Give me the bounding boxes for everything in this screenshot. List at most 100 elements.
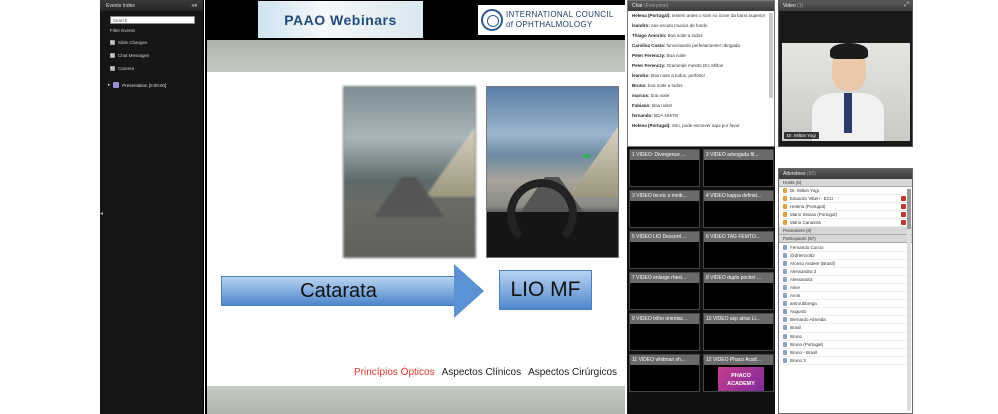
ico-line2: of OPHTHALMOLOGY	[506, 20, 593, 29]
attendee-host-row[interactable]: Mário Canastra	[779, 219, 912, 228]
filter-events-label[interactable]: Filter Events	[110, 28, 135, 33]
attendee-name: Augusto	[790, 309, 807, 315]
attendee-participant-row[interactable]: Amin	[779, 292, 912, 301]
attendee-name: Eduardo Viberi - ECU	[790, 196, 834, 202]
video-tile-label: 7 VIDEO enlarge rhexi...	[630, 273, 699, 283]
host-user-icon	[783, 220, 787, 226]
video-tile-label: 3 VIDEO tecnic e meib...	[630, 191, 699, 201]
hosts-section-header[interactable]: Hosts (5)	[779, 179, 912, 187]
video-tile-label: 11 VIDEO whitman sh...	[630, 355, 699, 365]
camera-title: Video	[783, 3, 796, 9]
video-tile[interactable]: 11 VIDEO whitman sh...	[629, 354, 700, 392]
expand-arrow-icon[interactable]: ▸	[108, 82, 110, 88]
catarata-arrow-shaft: Catarata	[221, 276, 456, 306]
filter-label: Slide Changes	[118, 40, 148, 45]
checkbox-checked-icon[interactable]: ✓	[110, 53, 115, 58]
chat-scrollbar[interactable]	[769, 13, 773, 98]
chat-message: leandro: nao escuto musica de fundo	[632, 23, 770, 29]
camera-header: Video (1)	[779, 1, 912, 11]
attendee-participant-row[interactable]: Brasil	[779, 324, 912, 333]
attendee-participant-row[interactable]: Afonso Andere (Brasil)	[779, 260, 912, 268]
tab-aspectos-cirurgicos: Aspectos Cirúrgicos	[528, 367, 617, 378]
fullscreen-icon[interactable]: ⤢	[904, 2, 909, 9]
chat-scope[interactable]: (Everyone)	[644, 3, 668, 9]
chat-header: Chat (Everyone)	[628, 1, 774, 11]
attendee-host-row[interactable]: Dr. Milton Yogi	[779, 187, 912, 196]
attendee-host-row[interactable]: Mario Seixas (Portugal)	[779, 211, 912, 220]
attendee-name: Afonso Andere (Brasil)	[790, 260, 836, 266]
attendee-host-row[interactable]: Eduardo Viberi - ECU	[779, 195, 912, 204]
video-tile[interactable]: 9 VIDEO trilho orientac...	[629, 313, 700, 351]
attendee-participant-row[interactable]: Alessandra	[779, 276, 912, 284]
panel-menu-icon[interactable]: ≡▾	[192, 3, 197, 9]
video-tile[interactable]: 8 VIDEO duplo pocket ...	[703, 272, 774, 310]
attendee-participant-row[interactable]: Bruno (Portugal)	[779, 341, 912, 349]
video-tile[interactable]: 10 VIDEO asp atras Li...	[703, 313, 774, 351]
attendee-participant-row[interactable]: Fernando Curcio	[779, 243, 912, 252]
video-tile[interactable]: 5 VIDEO LIO Descent ...	[629, 231, 700, 269]
video-tile[interactable]: 1 VIDEO: Divergence ...	[629, 149, 700, 187]
filter-camera[interactable]: ✓ Camera	[110, 66, 134, 71]
presenters-section-header[interactable]: Presenters (0)	[779, 227, 912, 236]
attendee-participant-row[interactable]: antroubbrega	[779, 300, 912, 309]
video-tile[interactable]: 6 VIDEO TAG FEMTO...	[703, 231, 774, 269]
presenter-tie	[844, 93, 852, 133]
attendees-title: Attendees	[783, 171, 806, 177]
video-tile-label: 10 VIDEO asp atras Li...	[704, 314, 773, 324]
attendee-participant-row[interactable]: Aline	[779, 284, 912, 293]
video-tile[interactable]: 4 VIDEO kappa definid...	[703, 190, 774, 228]
filter-chat-messages[interactable]: ✓ Chat Messages	[110, 53, 149, 58]
attendee-participant-row[interactable]: Bruno 3	[779, 357, 912, 365]
attendees-scroll-thumb[interactable]	[907, 189, 911, 229]
attendee-participant-row[interactable]: Augusto	[779, 308, 912, 317]
slide-section-tabs: Princípios Ópticos Aspectos Clínicos Asp…	[354, 367, 617, 378]
phaco-academy-logo: PHACO ACADEMY	[718, 367, 764, 391]
video-tile[interactable]: 2 VIDEO advogada fil...	[703, 149, 774, 187]
video-tile[interactable]: 7 VIDEO enlarge rhexi...	[629, 272, 700, 310]
chat-text: Boa noite	[666, 53, 686, 58]
attendee-participant-row[interactable]: Bernardo Almeida	[779, 316, 912, 325]
chat-message: fernando: BOA NOITE	[632, 113, 770, 119]
attendee-participant-row[interactable]: @drtercio82	[779, 252, 912, 260]
video-tile[interactable]: 3 VIDEO tecnic e meib...	[629, 190, 700, 228]
attendee-host-row[interactable]: Helena (Portugal)	[779, 203, 912, 212]
attendee-participant-row[interactable]: Bruno - Brasil	[779, 349, 912, 357]
attendee-name: Mário Canastra	[790, 220, 821, 226]
attendee-name: Bruno - Brasil	[790, 349, 818, 355]
participant-user-icon	[783, 349, 787, 355]
attendees-count: (92)	[806, 171, 816, 177]
collapse-panel-icon[interactable]: ◂	[100, 210, 103, 217]
filter-slide-changes[interactable]: ✓ Slide Changes	[110, 40, 147, 45]
attendee-participant-row[interactable]: Alessandra 3	[779, 268, 912, 276]
chat-author: Peter Ferenczy:	[632, 63, 666, 68]
chat-author: leandro:	[632, 23, 650, 28]
participant-user-icon	[783, 293, 787, 299]
chat-text: Boa noite a todos, perfeito!	[651, 73, 705, 78]
video-tile-label: 12 VIDEO Phaco Acad...	[704, 355, 773, 365]
chat-message: Peter Ferenczy: Boa noite	[632, 53, 770, 59]
video-tile-label: 4 VIDEO kappa definid...	[704, 191, 773, 201]
participant-user-icon	[783, 244, 787, 250]
tab-principios-opticos: Princípios Ópticos	[354, 367, 435, 378]
participants-section-header[interactable]: Participants (87)	[779, 235, 912, 244]
presenter-webcam	[782, 43, 910, 141]
filter-label: Chat Messages	[118, 53, 150, 58]
events-search-input[interactable]: Search	[110, 16, 195, 24]
checkbox-checked-icon[interactable]: ✓	[110, 66, 115, 71]
pointer-arrow-icon: ➜	[581, 149, 592, 163]
attendee-participant-row[interactable]: Bruno	[779, 333, 912, 341]
events-index-header: Events Index ≡▾	[100, 0, 203, 11]
photo-hill	[568, 127, 618, 197]
video-tile-label: 8 VIDEO duplo pocket ...	[704, 273, 773, 283]
chat-author: Fabiano:	[632, 103, 651, 108]
checkbox-checked-icon[interactable]: ✓	[110, 40, 115, 45]
presentation-event-item[interactable]: ▸ Presentation [0:00:00]	[108, 82, 166, 88]
blurred-road-photo	[343, 86, 476, 258]
chat-text: nao escuto musica de fundo	[651, 23, 708, 28]
video-tile[interactable]: 12 VIDEO Phaco Acad... PHACO ACADEMY	[703, 354, 774, 392]
catarata-label: Catarata	[300, 279, 377, 302]
chat-message: Fabiano: Boa noite!	[632, 103, 770, 109]
video-tile-label: 6 VIDEO TAG FEMTO...	[704, 232, 773, 242]
filter-label: Camera	[118, 66, 135, 71]
paao-title: PAAO Webinars	[284, 11, 397, 28]
